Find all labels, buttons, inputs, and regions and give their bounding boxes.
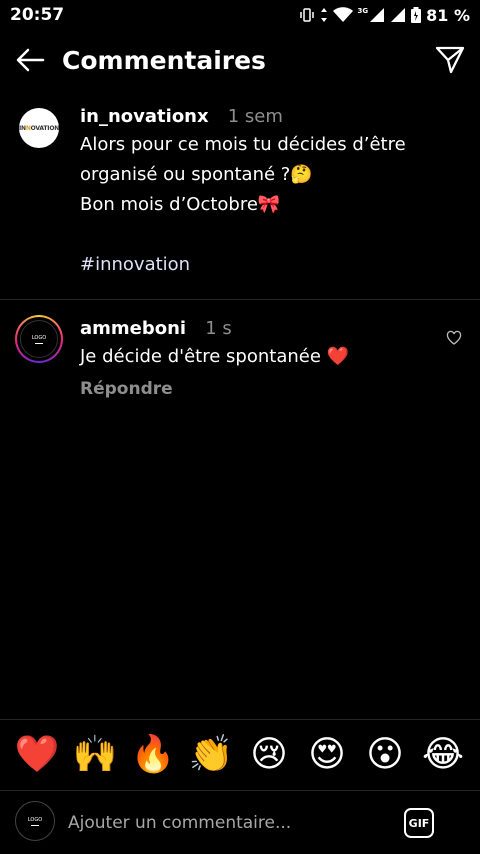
post-text: Alors pour ce mois tu décides d’être org… bbox=[80, 130, 470, 280]
post-line: Bon mois d’Octobre🎀 bbox=[80, 194, 281, 215]
back-button[interactable] bbox=[0, 38, 60, 82]
status-bar: 20:57 3G 81 % bbox=[0, 0, 480, 30]
data-arrows-icon bbox=[320, 8, 327, 22]
arrow-left-icon bbox=[16, 48, 45, 72]
emoji-heart-eyes-button[interactable]: 😍 bbox=[303, 737, 351, 773]
emoji-fire-button[interactable]: 🔥 bbox=[129, 737, 177, 773]
gif-label: GIF bbox=[408, 816, 430, 830]
post-line: Alors pour ce mois tu décides d’être bbox=[80, 134, 406, 155]
signal-icon-2 bbox=[391, 8, 406, 22]
wifi-icon bbox=[332, 7, 353, 22]
emoji-bar: ❤️ 🙌 🔥 👏 😢 😍 😮 😂 bbox=[0, 719, 480, 790]
status-time: 20:57 bbox=[10, 5, 65, 25]
emoji-crying-button[interactable]: 😢 bbox=[245, 737, 293, 773]
emoji-raised-hands-button[interactable]: 🙌 bbox=[71, 737, 119, 773]
network-type: 3G bbox=[357, 7, 369, 15]
comment-time: 1 s bbox=[205, 318, 232, 339]
emoji-clap-button[interactable]: 👏 bbox=[187, 737, 235, 773]
hashtag-link[interactable]: #innovation bbox=[80, 250, 470, 280]
page-title: Commentaires bbox=[62, 45, 266, 75]
status-indicators: 3G 81 % bbox=[299, 5, 470, 25]
post-line bbox=[80, 220, 470, 250]
battery-icon bbox=[411, 7, 422, 23]
comment-text: Je décide d'être spontanée ❤️ bbox=[80, 346, 350, 367]
avatar-logo-icon: LOGO bbox=[31, 334, 47, 341]
emoji-heart-button[interactable]: ❤️ bbox=[13, 737, 61, 773]
avatar: LOGO bbox=[15, 801, 55, 841]
comment-input[interactable] bbox=[68, 809, 388, 837]
like-button[interactable] bbox=[446, 330, 462, 346]
post-caption-body: in_novationx 1 sem Alors pour ce mois tu… bbox=[80, 106, 470, 280]
comment-composer: LOGO GIF bbox=[0, 790, 480, 854]
avatar-logo-icon: LOGO bbox=[27, 816, 43, 823]
heart-outline-icon bbox=[446, 330, 462, 345]
comment-username[interactable]: ammeboni bbox=[80, 318, 186, 339]
vibrate-icon bbox=[299, 8, 314, 22]
emoji-laughing-button[interactable]: 😂 bbox=[419, 737, 467, 773]
signal-icon bbox=[370, 8, 385, 22]
avatar[interactable]: LOGO bbox=[15, 315, 63, 363]
paper-plane-icon bbox=[435, 46, 465, 74]
battery-percent: 81 % bbox=[426, 5, 470, 25]
avatar[interactable]: INNOVATION bbox=[19, 108, 59, 148]
gif-button[interactable]: GIF bbox=[404, 808, 434, 838]
post-line: organisé ou spontané ?🤔 bbox=[80, 164, 313, 185]
post-time: 1 sem bbox=[227, 106, 283, 127]
divider bbox=[0, 299, 480, 300]
comment-body: ammeboni 1 s Je décide d'être spontanée … bbox=[80, 318, 420, 399]
app-header: Commentaires bbox=[0, 38, 480, 82]
brand-logo-icon: INNOVATION bbox=[19, 124, 59, 132]
share-button[interactable] bbox=[434, 44, 466, 76]
post-username[interactable]: in_novationx bbox=[80, 106, 209, 127]
emoji-surprised-button[interactable]: 😮 bbox=[361, 737, 409, 773]
reply-button[interactable]: Répondre bbox=[80, 379, 173, 399]
